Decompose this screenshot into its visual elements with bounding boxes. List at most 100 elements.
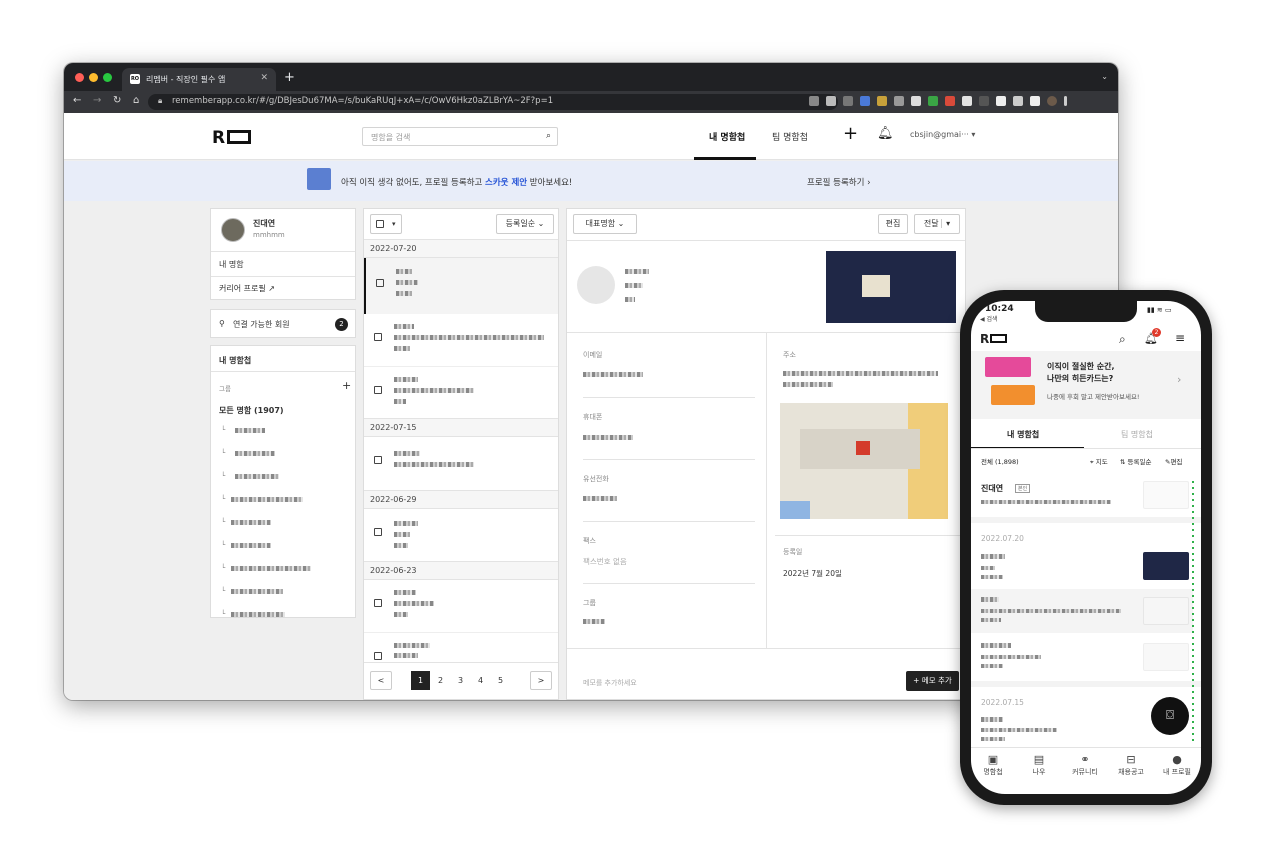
extension-icon[interactable]: [996, 96, 1006, 106]
app-logo[interactable]: R: [980, 332, 1008, 346]
select-all-dropdown[interactable]: ▾: [370, 214, 402, 234]
group-item[interactable]: └: [221, 564, 225, 572]
back-to-search[interactable]: ◀ 검색: [980, 314, 998, 323]
new-tab-button[interactable]: +: [284, 70, 295, 85]
close-window-button[interactable]: [75, 73, 84, 82]
extension-icon[interactable]: [979, 96, 989, 106]
evernote-icon[interactable]: [928, 96, 938, 106]
list-item[interactable]: [364, 366, 558, 418]
extension-icon[interactable]: [843, 96, 853, 106]
search-icon[interactable]: ⌕: [546, 131, 551, 141]
nav-profile[interactable]: ● 내 프로필: [1155, 753, 1199, 777]
index-scrollbar[interactable]: [1192, 481, 1194, 741]
nav-community[interactable]: ⚭ 커뮤니티: [1063, 753, 1107, 777]
page-button[interactable]: 3: [451, 671, 470, 690]
remember-logo[interactable]: R: [212, 128, 252, 148]
group-item[interactable]: └: [221, 610, 225, 618]
extension-icon[interactable]: [877, 96, 887, 106]
forward-button[interactable]: 전달 ▾: [914, 214, 960, 234]
bell-icon[interactable]: 🔔︎: [877, 126, 894, 141]
map-button[interactable]: ⌖ 지도: [1090, 456, 1108, 467]
list-item[interactable]: [364, 258, 558, 314]
group-item[interactable]: └: [221, 449, 225, 457]
career-profile-link[interactable]: 커리어 프로필 ↗: [219, 283, 275, 294]
nav-now[interactable]: ▤ 나우: [1017, 753, 1061, 777]
minimize-window-button[interactable]: [89, 73, 98, 82]
account-menu[interactable]: cbsjin@gmai··· ▾: [910, 130, 975, 139]
tab-my-cards[interactable]: 내 명함첩: [709, 130, 745, 143]
prev-page-button[interactable]: <: [370, 671, 392, 690]
add-icon[interactable]: +: [843, 123, 858, 144]
edit-button[interactable]: 편집: [878, 214, 908, 234]
profile-avatar[interactable]: [1047, 96, 1057, 106]
extension-icon[interactable]: [945, 96, 955, 106]
tab-my-cards[interactable]: 내 명함첩: [1007, 429, 1039, 440]
forward-icon[interactable]: →: [93, 95, 101, 106]
bookmark-icon[interactable]: [826, 96, 836, 106]
list-item[interactable]: [364, 632, 558, 662]
register-profile-link[interactable]: 프로필 등록하기 ›: [807, 176, 871, 188]
card-image[interactable]: [826, 251, 956, 323]
card-type-dropdown[interactable]: 대표명함 ⌄: [573, 214, 637, 234]
promo-banner[interactable]: 이직이 절실한 순간, 나만의 히든카드는? 나중에 후회 말고 제안받아보세요…: [971, 351, 1201, 419]
tab-team-cards[interactable]: 팀 명함첩: [1121, 429, 1153, 440]
nav-cards[interactable]: ▣ 명함첩: [971, 753, 1015, 777]
nav-jobs[interactable]: ⊟ 채용공고: [1109, 753, 1153, 777]
menu-icon[interactable]: [1064, 96, 1067, 106]
home-icon[interactable]: ⌂: [133, 95, 139, 106]
group-item[interactable]: └: [221, 587, 225, 595]
reload-icon[interactable]: ↻: [113, 95, 121, 106]
add-group-icon[interactable]: +: [342, 379, 351, 392]
page-button[interactable]: 4: [471, 671, 490, 690]
phone-value[interactable]: [583, 496, 617, 501]
row-checkbox[interactable]: [374, 652, 382, 660]
edit-button[interactable]: ✎편집: [1165, 456, 1182, 466]
group-item[interactable]: └: [221, 495, 225, 503]
list-item[interactable]: [364, 509, 558, 561]
search-icon[interactable]: ⌕: [1119, 332, 1126, 347]
close-tab-icon[interactable]: ✕: [260, 73, 268, 83]
list-item[interactable]: [971, 546, 1193, 586]
row-checkbox[interactable]: [376, 279, 384, 287]
tab-search-icon[interactable]: ⌄: [1101, 72, 1108, 81]
extension-icon[interactable]: [962, 96, 972, 106]
maximize-window-button[interactable]: [103, 73, 112, 82]
group-item[interactable]: └: [221, 472, 225, 480]
group-item[interactable]: └: [221, 541, 225, 549]
all-count[interactable]: 전체 (1,898): [981, 456, 1019, 466]
connectable-members[interactable]: ⚲ 연결 가능한 회원 2: [210, 309, 356, 338]
browser-tab[interactable]: RO 리멤버 - 직장인 필수 앱 ✕: [122, 68, 276, 91]
extension-icon[interactable]: [894, 96, 904, 106]
row-checkbox[interactable]: [374, 528, 382, 536]
list-item[interactable]: [364, 580, 558, 632]
tab-team-cards[interactable]: 팀 명함첩: [772, 130, 808, 143]
page-button[interactable]: 2: [431, 671, 450, 690]
row-checkbox[interactable]: [374, 456, 382, 464]
sidebar-icon[interactable]: [1030, 96, 1040, 106]
list-item[interactable]: [971, 635, 1193, 679]
address-map[interactable]: [780, 403, 948, 519]
email-value[interactable]: [583, 372, 643, 377]
add-memo-button[interactable]: + 메모 추가: [906, 671, 959, 691]
row-checkbox[interactable]: [374, 333, 382, 341]
next-page-button[interactable]: >: [530, 671, 552, 690]
select-all-checkbox[interactable]: [376, 220, 384, 228]
group-item[interactable]: └: [221, 518, 225, 526]
page-button[interactable]: 5: [491, 671, 510, 690]
address-bar[interactable]: 🔒︎ rememberapp.co.kr/#/g/DBJesDu67MA=/s/…: [148, 94, 838, 110]
sort-dropdown[interactable]: 등록일순 ⌄: [496, 214, 554, 234]
search-input[interactable]: 명함을 검색 ⌕: [362, 127, 558, 146]
list-item[interactable]: [364, 437, 558, 489]
row-checkbox[interactable]: [374, 386, 382, 394]
row-checkbox[interactable]: [374, 599, 382, 607]
group-item[interactable]: └: [221, 426, 225, 434]
list-item[interactable]: [364, 314, 558, 366]
extension-icon[interactable]: [911, 96, 921, 106]
puzzle-icon[interactable]: [1013, 96, 1023, 106]
list-item[interactable]: [971, 589, 1193, 633]
my-card-link[interactable]: 내 명함: [219, 259, 244, 270]
mobile-value[interactable]: [583, 435, 633, 440]
menu-icon[interactable]: ≡: [1175, 331, 1185, 345]
camera-scan-button[interactable]: ⌼: [1151, 697, 1189, 735]
back-icon[interactable]: ←: [73, 95, 81, 106]
